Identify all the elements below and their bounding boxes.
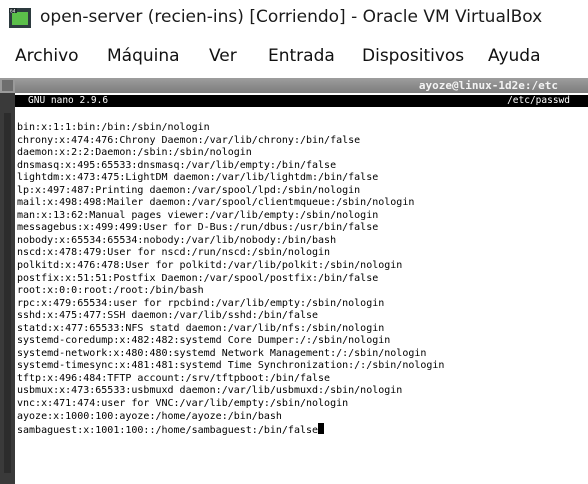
file-line-text: nobody:x:65534:65534:nobody:/var/lib/nob… [17,234,337,246]
file-line: sshd:x:475:477:SSH daemon:/var/lib/sshd:… [17,310,444,323]
file-line-text: sambaguest:x:1001:100::/home/sambaguest:… [17,425,319,437]
file-line: lightdm:x:473:475:LightDM daemon:/var/li… [17,172,444,185]
file-line-text: mail:x:498:498:Mailer daemon:/var/spool/… [17,197,415,209]
virtualbox-icon: 64 [9,8,31,28]
menu-ayuda[interactable]: Ayuda [488,46,541,66]
file-line: dnsmasq:x:495:65533:dnsmasq:/var/lib/emp… [17,160,444,173]
guest-window-header: ayoze@linux-1d2e:/etc [0,78,588,93]
file-line: bin:x:1:1:bin:/bin:/sbin/nologin [17,122,444,135]
file-line: ayoze:x:1000:100:ayoze:/home/ayoze:/bin/… [17,411,444,424]
file-line-text: postfix:x:51:51:Postfix Daemon:/var/spoo… [17,272,379,284]
file-line-text: statd:x:477:65533:NFS statd daemon:/var/… [17,322,385,334]
file-line: tftp:x:496:484:TFTP account:/srv/tftpboo… [17,373,444,386]
guest-title-panel: ayoze@linux-1d2e:/etc [15,78,588,93]
file-line: chrony:x:474:476:Chrony Daemon:/var/lib/… [17,135,444,148]
terminal-area[interactable]: GNU nano 2.9.6 /etc/passwd bin:x:1:1:bin… [15,93,588,484]
file-line: sambaguest:x:1001:100::/home/sambaguest:… [17,423,444,436]
menu-maquina[interactable]: Máquina [107,46,180,66]
nano-filename: /etc/passwd [507,95,570,106]
text-cursor [318,423,325,435]
file-line: usbmux:x:473:65533:usbmuxd daemon:/var/l… [17,385,444,398]
menu-entrada[interactable]: Entrada [268,46,335,66]
window-title: open-server (recien-ins) [Corriendo] - O… [40,7,543,27]
file-line-text: root:x:0:0:root:/root:/bin/bash [17,285,204,297]
file-line-text: daemon:x:2:2:Daemon:/sbin:/sbin/nologin [17,147,252,159]
file-line: nobody:x:65534:65534:nobody:/var/lib/nob… [17,235,444,248]
file-line-text: messagebus:x:499:499:User for D-Bus:/run… [17,222,379,234]
file-line-text: systemd-network:x:480:480:systemd Networ… [17,347,427,359]
file-line-text: rpc:x:479:65534:user for rpcbind:/var/li… [17,297,385,309]
file-line: messagebus:x:499:499:User for D-Bus:/run… [17,222,444,235]
menu-bar: Archivo Máquina Ver Entrada Dispositivos… [0,38,588,78]
file-line-text: systemd-coredump:x:482:482:systemd Core … [17,335,391,347]
file-line: systemd-timesync:x:481:481:systemd Time … [17,360,444,373]
file-content[interactable]: bin:x:1:1:bin:/bin:/sbin/nologin chrony:x… [17,122,444,436]
guest-left-strip [0,93,15,484]
file-line: root:x:0:0:root:/root:/bin/bash [17,285,444,298]
file-line-text: sshd:x:475:477:SSH daemon:/var/lib/sshd:… [17,310,319,322]
svg-text:64: 64 [10,9,16,15]
nano-version: GNU nano 2.9.6 [28,95,109,106]
file-line: daemon:x:2:2:Daemon:/sbin:/sbin/nologin [17,147,444,160]
file-line: postfix:x:51:51:Postfix Daemon:/var/spoo… [17,273,444,286]
file-line: mail:x:498:498:Mailer daemon:/var/spool/… [17,197,444,210]
file-line: statd:x:477:65533:NFS statd daemon:/var/… [17,323,444,336]
file-line-text: dnsmasq:x:495:65533:dnsmasq:/var/lib/emp… [17,159,337,171]
window-titlebar: 64 open-server (recien-ins) [Corriendo] … [0,0,588,38]
file-line: lp:x:497:487:Printing daemon:/var/spool/… [17,185,444,198]
guest-strip-gap [4,113,11,473]
file-line: polkitd:x:476:478:User for polkitd:/var/… [17,260,444,273]
file-line: systemd-network:x:480:480:systemd Networ… [17,348,444,361]
menu-archivo[interactable]: Archivo [15,46,79,66]
file-line-text: bin:x:1:1:bin:/bin:/sbin/nologin [17,122,210,133]
guest-window-title: ayoze@linux-1d2e:/etc [418,79,558,92]
file-line-text: usbmux:x:473:65533:usbmuxd daemon:/var/l… [17,385,403,397]
file-line-text: nscd:x:478:479:User for nscd:/run/nscd:/… [17,247,331,259]
file-line-text: lightdm:x:473:475:LightDM daemon:/var/li… [17,172,379,184]
menu-ver[interactable]: Ver [209,46,237,66]
file-line: systemd-coredump:x:482:482:systemd Core … [17,335,444,348]
file-line: man:x:13:62:Manual pages viewer:/var/lib… [17,210,444,223]
file-line-text: tftp:x:496:484:TFTP account:/srv/tftpboo… [17,372,331,384]
file-line-text: systemd-timesync:x:481:481:systemd Time … [17,360,445,372]
file-line: rpc:x:479:65534:user for rpcbind:/var/li… [17,298,444,311]
file-line-text: chrony:x:474:476:Chrony Daemon:/var/lib/… [17,134,361,146]
nano-title-bar: GNU nano 2.9.6 /etc/passwd [15,95,588,107]
guest-window-menu-icon[interactable] [2,80,13,91]
file-line-text: man:x:13:62:Manual pages viewer:/var/lib… [17,209,379,221]
file-line: vnc:x:471:474:user for VNC:/var/lib/empt… [17,398,444,411]
file-line-text: ayoze:x:1000:100:ayoze:/home/ayoze:/bin/… [17,410,282,422]
file-line-text: lp:x:497:487:Printing daemon:/var/spool/… [17,184,361,196]
file-line-text: polkitd:x:476:478:User for polkitd:/var/… [17,260,403,272]
file-line: nscd:x:478:479:User for nscd:/run/nscd:/… [17,247,444,260]
file-line-text: vnc:x:471:474:user for VNC:/var/lib/empt… [17,398,349,410]
menu-dispositivos[interactable]: Dispositivos [362,46,464,66]
